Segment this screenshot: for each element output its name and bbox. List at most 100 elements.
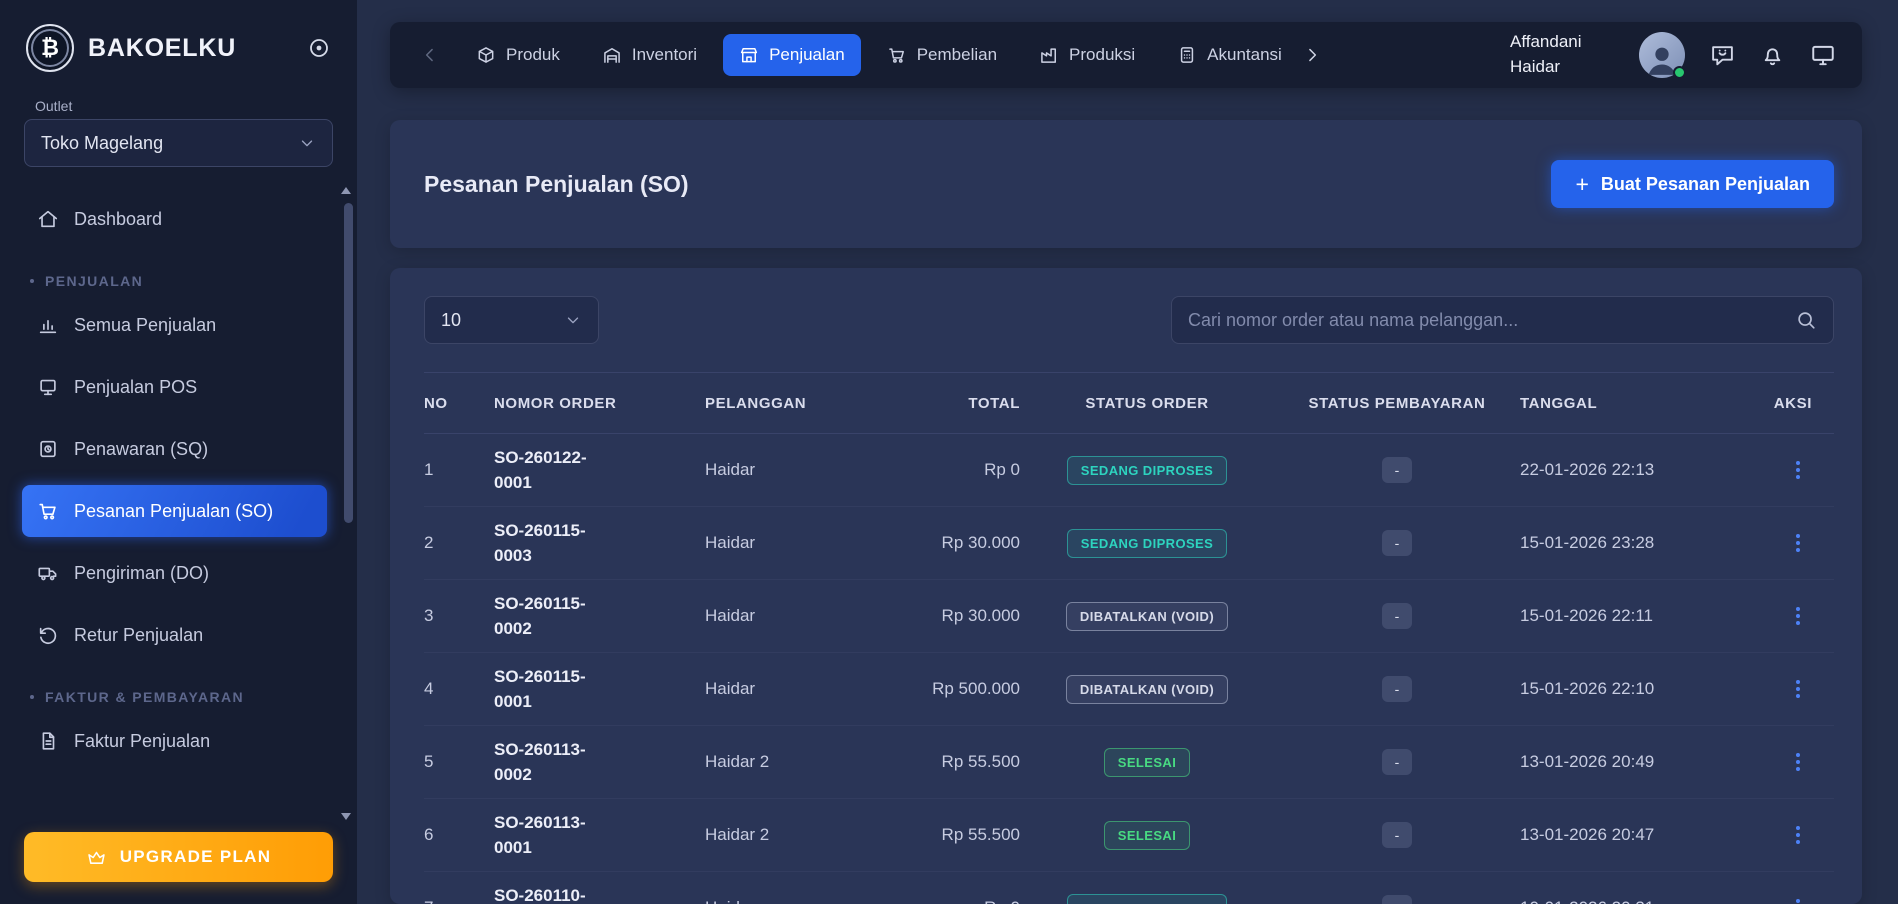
sidebar-item-semua-penjualan[interactable]: Semua Penjualan <box>22 299 327 351</box>
payment-status-badge: - <box>1382 457 1413 483</box>
cell-total: Rp 500.000 <box>910 679 1020 699</box>
row-actions-kebab-icon[interactable] <box>1790 893 1806 904</box>
row-actions-kebab-icon[interactable] <box>1790 747 1806 777</box>
cart-icon <box>37 500 59 522</box>
nav-item-akuntansi[interactable]: Akuntansi <box>1161 34 1298 76</box>
navbar-right-cluster: Affandani Haidar <box>1510 30 1836 79</box>
col-header-status-order: STATUS ORDER <box>1020 395 1274 412</box>
order-status-badge: DIBATALKAN (VOID) <box>1066 602 1228 631</box>
nav-item-label: Penjualan <box>769 45 845 65</box>
cell-total: Rp 55.500 <box>910 825 1020 845</box>
sidebar-item-penawaran-sq[interactable]: Penawaran (SQ) <box>22 423 327 475</box>
payment-status-badge: - <box>1382 822 1413 848</box>
row-actions-kebab-icon[interactable] <box>1790 820 1806 850</box>
order-status-badge: SEDANG DIPROSES <box>1067 894 1227 904</box>
display-monitor-icon[interactable] <box>1810 42 1836 68</box>
cell-order-number: SO-260115-0001 <box>494 664 614 714</box>
upgrade-plan-label: UPGRADE PLAN <box>120 847 272 867</box>
top-navbar: Produk Inventori Penjualan Pembelian Pro… <box>390 22 1862 88</box>
cell-order-number: SO-260122-0001 <box>494 445 614 495</box>
order-status-badge: SEDANG DIPROSES <box>1067 456 1227 485</box>
outlet-block: Outlet Toko Magelang <box>24 98 333 167</box>
crown-icon <box>86 847 107 868</box>
row-actions-kebab-icon[interactable] <box>1790 528 1806 558</box>
cell-date: 10-01-2026 20:31 <box>1520 898 1750 904</box>
row-actions-kebab-icon[interactable] <box>1790 455 1806 485</box>
sidebar-item-retur-penjualan[interactable]: Retur Penjualan <box>22 609 327 661</box>
nav-item-inventori[interactable]: Inventori <box>586 34 713 76</box>
nav-item-produk[interactable]: Produk <box>460 34 576 76</box>
nav-item-pembelian[interactable]: Pembelian <box>871 34 1013 76</box>
nav-item-produksi[interactable]: Produksi <box>1023 34 1151 76</box>
plus-icon: + <box>1575 173 1588 196</box>
table-row: 6 SO-260113-0001 Haidar 2 Rp 55.500 SELE… <box>424 799 1834 872</box>
sidebar-item-pengiriman-do[interactable]: Pengiriman (DO) <box>22 547 327 599</box>
sidebar-collapse-toggle-icon[interactable] <box>307 36 331 60</box>
cell-total: Rp 30.000 <box>910 606 1020 626</box>
table-header-row: NO NOMOR ORDER PELANGGAN TOTAL STATUS OR… <box>424 372 1834 434</box>
cell-order-number: SO-260115-0003 <box>494 518 614 568</box>
scrollbar-up-arrow[interactable] <box>341 187 351 194</box>
main-area: Produk Inventori Penjualan Pembelian Pro… <box>357 0 1898 904</box>
chevron-down-icon <box>298 134 316 152</box>
sidebar-item-dashboard[interactable]: Dashboard <box>22 193 327 245</box>
payment-status-badge: - <box>1382 749 1413 775</box>
user-name: Affandani Haidar <box>1510 30 1614 79</box>
quote-clock-icon <box>37 438 59 460</box>
order-status-badge: DIBATALKAN (VOID) <box>1066 675 1228 704</box>
orders-table: NO NOMOR ORDER PELANGGAN TOTAL STATUS OR… <box>424 372 1834 904</box>
cell-total: Rp 0 <box>910 460 1020 480</box>
cell-date: 13-01-2026 20:47 <box>1520 825 1750 845</box>
invoice-icon <box>37 730 59 752</box>
feedback-chat-icon[interactable] <box>1710 43 1735 68</box>
chevron-down-icon <box>564 311 582 329</box>
page-title: Pesanan Penjualan (SO) <box>424 171 689 198</box>
notifications-bell-icon[interactable] <box>1760 43 1785 68</box>
nav-item-penjualan[interactable]: Penjualan <box>723 34 861 76</box>
col-header-aksi: AKSI <box>1750 395 1834 412</box>
upgrade-plan-button[interactable]: UPGRADE PLAN <box>24 832 333 882</box>
table-controls: 10 <box>424 296 1834 344</box>
cell-no: 5 <box>424 752 494 772</box>
table-row: 5 SO-260113-0002 Haidar 2 Rp 55.500 SELE… <box>424 726 1834 799</box>
sidebar-item-penjualan-pos[interactable]: Penjualan POS <box>22 361 327 413</box>
nav-item-label: Inventori <box>632 45 697 65</box>
cell-no: 6 <box>424 825 494 845</box>
pos-terminal-icon <box>37 376 59 398</box>
row-actions-kebab-icon[interactable] <box>1790 674 1806 704</box>
section-label: PENJUALAN <box>45 273 143 289</box>
sidebar-item-pesanan-penjualan-so[interactable]: Pesanan Penjualan (SO) <box>22 485 327 537</box>
sidebar-item-faktur-penjualan[interactable]: Faktur Penjualan <box>22 715 327 767</box>
page-size-select[interactable]: 10 <box>424 296 599 344</box>
nav-item-label: Produk <box>506 45 560 65</box>
create-sales-order-button[interactable]: + Buat Pesanan Penjualan <box>1551 160 1834 208</box>
scrollbar-down-arrow[interactable] <box>341 813 351 820</box>
col-header-nomor-order: NOMOR ORDER <box>494 395 705 412</box>
search-input[interactable] <box>1188 310 1783 331</box>
cell-order-number: SO-260115-0002 <box>494 591 614 641</box>
scrollbar-thumb[interactable] <box>344 203 353 523</box>
row-actions-kebab-icon[interactable] <box>1790 601 1806 631</box>
home-icon <box>37 208 59 230</box>
col-header-tanggal: TANGGAL <box>1520 395 1750 412</box>
outlet-select[interactable]: Toko Magelang <box>24 119 333 167</box>
sidebar-item-label: Semua Penjualan <box>74 315 216 336</box>
sidebar-menu: Dashboard PENJUALAN Semua Penjualan Penj… <box>0 183 357 824</box>
cell-date: 15-01-2026 22:10 <box>1520 679 1750 699</box>
nav-scroll-right-icon[interactable] <box>1298 41 1326 69</box>
outlet-label: Outlet <box>35 98 333 114</box>
page-content: Pesanan Penjualan (SO) + Buat Pesanan Pe… <box>390 120 1862 904</box>
payment-status-badge: - <box>1382 895 1413 904</box>
order-status-badge: SEDANG DIPROSES <box>1067 529 1227 558</box>
user-avatar[interactable] <box>1639 32 1685 78</box>
cell-no: 7 <box>424 898 494 904</box>
package-icon <box>476 45 496 65</box>
sidebar-item-label: Pengiriman (DO) <box>74 563 209 584</box>
return-arrow-icon <box>37 624 59 646</box>
cell-no: 2 <box>424 533 494 553</box>
nav-scroll-left-icon[interactable] <box>416 41 444 69</box>
cell-total: Rp 55.500 <box>910 752 1020 772</box>
sidebar-section-penjualan: PENJUALAN <box>30 273 327 289</box>
search-icon[interactable] <box>1795 309 1817 331</box>
col-header-status-pembayaran: STATUS PEMBAYARAN <box>1274 395 1520 412</box>
